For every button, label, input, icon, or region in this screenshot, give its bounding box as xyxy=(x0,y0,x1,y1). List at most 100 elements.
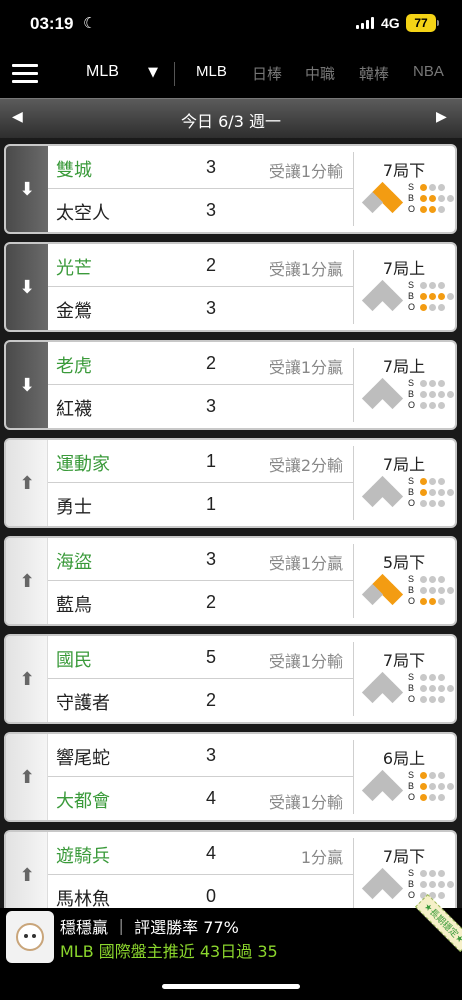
team-name-top: 響尾蛇 xyxy=(56,748,110,769)
arrow-up-icon: ⬆ xyxy=(19,473,35,494)
team-name-bottom: 藍鳥 xyxy=(56,595,92,616)
balls-dot xyxy=(420,391,427,398)
expand-toggle[interactable]: ⬆ xyxy=(6,636,48,722)
sbo-label: B xyxy=(408,781,415,791)
game-list[interactable]: ⬇ 雙城 3 受讓1分輸 太空人 3 7局下 S B O ⬇ 光芒 2 受讓1分贏 金鶯 3 7局上 S B O ⬇ 老虎… xyxy=(0,138,462,908)
strikes-dot xyxy=(429,576,436,583)
expand-toggle[interactable]: ⬆ xyxy=(6,440,48,526)
moon-icon: ☾ xyxy=(83,14,97,32)
balls-dot xyxy=(447,195,454,202)
home-indicator-area xyxy=(0,966,462,1000)
tab-npb[interactable]: 日棒 xyxy=(252,63,282,84)
tab-cpbl[interactable]: 中職 xyxy=(305,63,335,84)
expand-toggle[interactable]: ⬆ xyxy=(6,832,48,908)
sbo-label: B xyxy=(408,585,415,595)
outs-dot xyxy=(438,598,445,605)
balls-dot xyxy=(420,587,427,594)
league-select[interactable]: MLB xyxy=(86,63,119,81)
balls-dot xyxy=(447,587,454,594)
inning-status: 7局上 xyxy=(382,357,426,376)
balls-dot xyxy=(429,391,436,398)
sbo-label: S xyxy=(408,182,415,192)
inning-status: 7局下 xyxy=(382,651,426,670)
expand-toggle[interactable]: ⬆ xyxy=(6,734,48,820)
balls-dot xyxy=(420,489,427,496)
score-bottom: 2 xyxy=(205,690,216,710)
next-day-icon[interactable]: ▶ xyxy=(436,109,447,125)
team-name-bottom: 大都會 xyxy=(56,791,110,812)
odds-top: 受讓1分輸 xyxy=(268,652,343,671)
game-card[interactable]: ⬆ 國民 5 受讓1分輸 守護者 2 7局下 S B O xyxy=(4,634,457,724)
strikes-dot xyxy=(438,870,445,877)
balls-dot xyxy=(447,881,454,888)
arrow-up-icon: ⬆ xyxy=(19,571,35,592)
banner-headline: 穩穩贏 ｜ 評選勝率 77% xyxy=(60,918,239,937)
arrow-down-icon: ⬇ xyxy=(19,375,35,396)
inning-status: 6局上 xyxy=(382,749,426,768)
score-top: 3 xyxy=(205,549,216,569)
sbo-label: S xyxy=(408,868,415,878)
row-divider xyxy=(48,678,353,679)
tab-kbo[interactable]: 韓棒 xyxy=(359,63,389,84)
inning-status: 7局下 xyxy=(382,161,426,180)
menu-icon[interactable] xyxy=(12,64,38,84)
arrow-up-icon: ⬆ xyxy=(19,669,35,690)
tab-mlb[interactable]: MLB xyxy=(196,63,227,80)
balls-dot xyxy=(438,587,445,594)
game-card[interactable]: ⬆ 遊騎兵 4 1分贏 馬林魚 0 7局下 S B O xyxy=(4,830,457,908)
score-top: 5 xyxy=(205,647,216,667)
dropdown-arrow-icon[interactable]: ▼ xyxy=(148,65,158,80)
balls-dot xyxy=(438,783,445,790)
game-card[interactable]: ⬇ 光芒 2 受讓1分贏 金鶯 3 7局上 S B O xyxy=(4,242,457,332)
sbo-count: SBO xyxy=(408,476,454,510)
arrow-down-icon: ⬇ xyxy=(19,179,35,200)
bases-diamond xyxy=(361,867,406,900)
score-bottom: 2 xyxy=(205,592,216,612)
game-card[interactable]: ⬇ 雙城 3 受讓1分輸 太空人 3 7局下 S B O xyxy=(4,144,457,234)
expand-toggle[interactable]: ⬇ xyxy=(6,244,48,330)
strikes-dot xyxy=(429,380,436,387)
outs-dot xyxy=(420,794,427,801)
game-card[interactable]: ⬆ 運動家 1 受讓2分輸 勇士 1 7局上 S B O xyxy=(4,438,457,528)
outs-dot xyxy=(420,500,427,507)
outs-dot xyxy=(438,696,445,703)
strikes-dot xyxy=(438,576,445,583)
team-name-top: 雙城 xyxy=(56,160,92,181)
expand-toggle[interactable]: ⬆ xyxy=(6,538,48,624)
row-divider xyxy=(48,482,353,483)
outs-dot xyxy=(429,500,436,507)
team-name-top: 遊騎兵 xyxy=(56,846,110,867)
home-indicator[interactable] xyxy=(162,984,300,989)
outs-dot xyxy=(429,794,436,801)
outs-dot xyxy=(420,206,427,213)
balls-dot xyxy=(438,489,445,496)
odds-top: 受讓1分贏 xyxy=(268,358,343,377)
battery-tip xyxy=(437,20,439,26)
game-card[interactable]: ⬇ 老虎 2 受讓1分贏 紅襪 3 7局上 S B O xyxy=(4,340,457,430)
sbo-label: O xyxy=(408,694,416,704)
promo-banner[interactable]: 穩穩贏 ｜ 評選勝率 77% MLB 國際盤主推近 43日過 35 ★長期穩定★ xyxy=(0,894,462,966)
game-card[interactable]: ⬆ 響尾蛇 3 大都會 4 受讓1分輸 6局上 S B O xyxy=(4,732,457,822)
inning-status: 7局上 xyxy=(382,455,426,474)
tab-nba[interactable]: NBA xyxy=(413,63,444,80)
balls-dot xyxy=(429,489,436,496)
bases-diamond xyxy=(361,181,406,214)
game-card[interactable]: ⬆ 海盜 3 受讓1分贏 藍鳥 2 5局下 S B O xyxy=(4,536,457,626)
balls-dot xyxy=(429,783,436,790)
expand-toggle[interactable]: ⬇ xyxy=(6,146,48,232)
score-top: 2 xyxy=(205,353,216,373)
team-name-top: 光芒 xyxy=(56,258,92,279)
strikes-dot xyxy=(420,380,427,387)
strikes-dot xyxy=(438,184,445,191)
balls-dot xyxy=(429,685,436,692)
nav-divider xyxy=(174,62,175,86)
odds-top: 受讓1分輸 xyxy=(268,162,343,181)
team-name-bottom: 太空人 xyxy=(56,203,110,224)
expand-toggle[interactable]: ⬇ xyxy=(6,342,48,428)
balls-dot xyxy=(438,195,445,202)
sbo-label: O xyxy=(408,890,416,900)
bases-diamond xyxy=(361,475,406,508)
team-name-bottom: 紅襪 xyxy=(56,399,92,420)
outs-dot xyxy=(429,598,436,605)
sbo-label: O xyxy=(408,498,416,508)
